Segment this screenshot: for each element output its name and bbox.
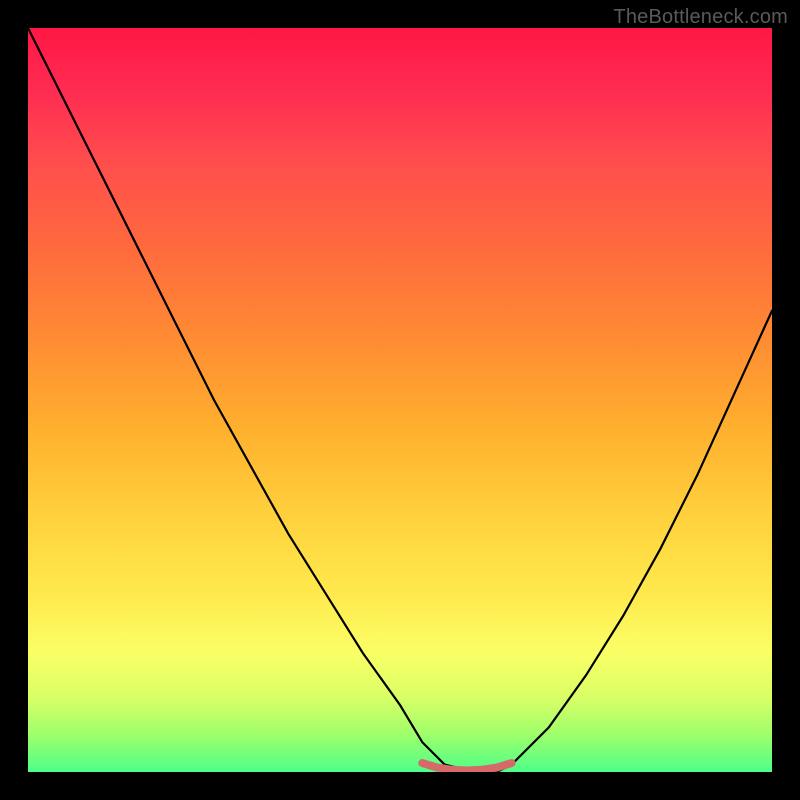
chart-root: TheBottleneck.com bbox=[0, 0, 800, 800]
curve-layer bbox=[28, 28, 772, 772]
plot-area bbox=[28, 28, 772, 772]
bottleneck-curve bbox=[28, 28, 772, 772]
watermark-text: TheBottleneck.com bbox=[613, 6, 788, 29]
min-marker bbox=[422, 763, 511, 770]
